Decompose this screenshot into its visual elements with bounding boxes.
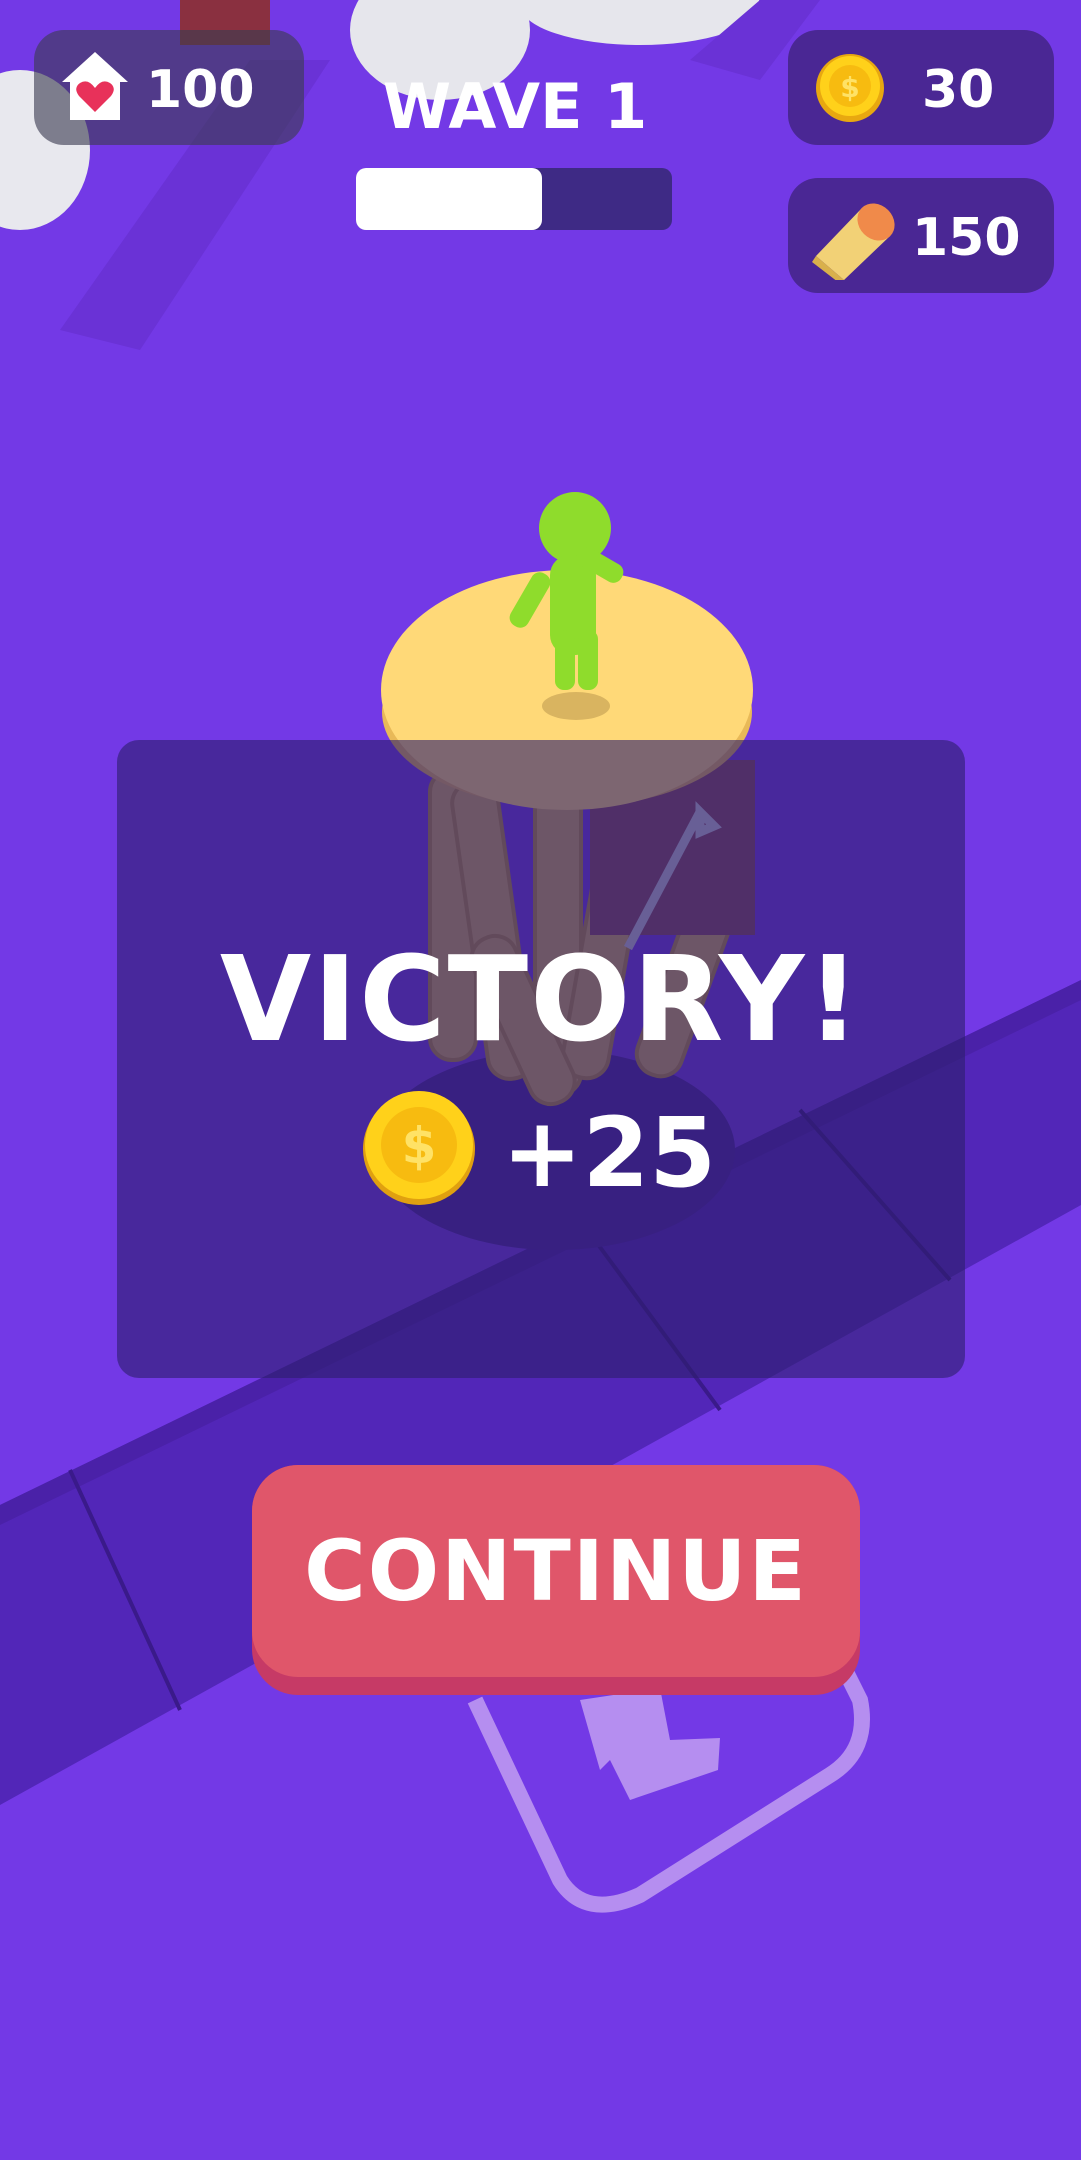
coin-display: $ 30 (788, 30, 1054, 145)
coin-value: 30 (922, 60, 995, 120)
gold-coin-icon: $ (363, 1091, 475, 1205)
svg-text:$: $ (840, 71, 859, 104)
victory-title: VICTORY! (219, 930, 863, 1068)
house-heart-icon (62, 52, 128, 120)
continue-button-label[interactable]: CONTINUE (252, 1465, 860, 1677)
continue-button[interactable]: CONTINUE (252, 1465, 860, 1695)
wood-log-icon (812, 203, 895, 280)
wood-value: 150 (912, 208, 1021, 268)
placement-marker-arrow (580, 1688, 720, 1800)
reward-amount: +25 (502, 1097, 717, 1209)
health-display: 100 (34, 30, 304, 145)
wood-display: 150 (788, 178, 1054, 293)
wave-progress-bar (356, 168, 672, 230)
result-panel: VICTORY! $ +25 (117, 740, 965, 1378)
health-value: 100 (146, 60, 255, 120)
wave-label: WAVE 1 (382, 70, 648, 143)
gold-coin-icon: $ (816, 54, 884, 122)
wave-progress-fill (356, 168, 543, 230)
svg-text:$: $ (402, 1117, 437, 1175)
